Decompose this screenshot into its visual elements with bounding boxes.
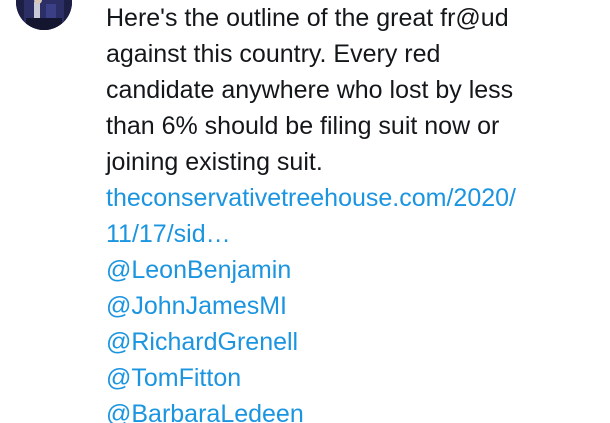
tweet: Here's the outline of the great fr@ud ag…: [0, 0, 610, 423]
mention-leon-benjamin[interactable]: @LeonBenjamin: [106, 252, 602, 288]
tweet-text-line-3: candidate anywhere who lost by less: [106, 76, 514, 104]
mention-john-james[interactable]: @JohnJamesMI: [106, 288, 602, 324]
tweet-text-line-1: Here's the outline of the great fr@ud: [106, 4, 509, 32]
tweet-text-line-4: than 6% should be filing suit now or: [106, 112, 500, 140]
avatar[interactable]: [16, 0, 72, 30]
tweet-text: Here's the outline of the great fr@ud ag…: [106, 0, 602, 423]
article-link-line-2[interactable]: 11/17/sid…: [106, 216, 602, 252]
article-link-line-1[interactable]: theconservativetreehouse.com/2020/: [106, 180, 602, 216]
mention-tom-fitton[interactable]: @TomFitton: [106, 360, 602, 396]
mention-barbara-ledeen[interactable]: @BarbaraLedeen: [106, 396, 602, 423]
tweet-text-line-2: against this country. Every red: [106, 40, 441, 68]
mention-richard-grenell[interactable]: @RichardGrenell: [106, 324, 602, 360]
avatar-image: [16, 0, 72, 30]
tweet-text-line-5: joining existing suit.: [106, 148, 323, 176]
